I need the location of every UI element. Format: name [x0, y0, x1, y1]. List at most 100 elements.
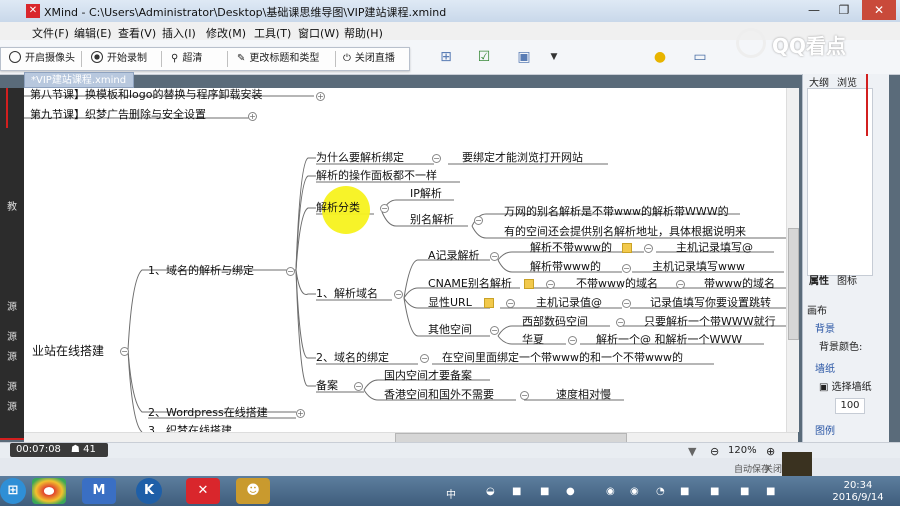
tray-app-icon[interactable]: ■ — [740, 486, 749, 497]
topic-cname-no-www[interactable]: 不带www的域名 — [576, 277, 658, 291]
collapse-toggle[interactable]: − — [286, 267, 295, 276]
collapse-toggle[interactable]: − — [490, 326, 499, 335]
menu-file[interactable]: 文件(F) — [32, 25, 69, 41]
edit-title-button[interactable]: ✎ 更改标题和类型 — [233, 51, 323, 67]
app-m-icon[interactable]: M — [82, 478, 116, 504]
collapse-toggle[interactable]: − — [474, 216, 483, 225]
maximize-button[interactable]: ❐ — [830, 0, 858, 20]
topic-huaxia[interactable]: 华夏 — [522, 333, 544, 347]
clock[interactable]: 20:34 2016/9/14 — [828, 480, 888, 504]
topic-explicit-url[interactable]: 显性URL — [428, 296, 472, 310]
collapse-toggle[interactable]: − — [380, 204, 389, 213]
topic-bind-both[interactable]: 在空间里面绑定一个带www的和一个不带www的 — [442, 351, 683, 365]
topic-west-digital[interactable]: 西部数码空间 — [522, 315, 588, 329]
tab-document[interactable]: *VIP建站课程.xmind — [24, 72, 134, 88]
tray-app-icon[interactable]: ■ — [766, 486, 775, 497]
topic-why-resolve[interactable]: 为什么要解析绑定 — [316, 151, 404, 165]
zoom-level[interactable]: 120% — [728, 445, 757, 456]
collapse-toggle[interactable]: − — [520, 391, 529, 400]
topic-domestic-filing[interactable]: 国内空间才要备案 — [384, 369, 472, 383]
collapse-toggle[interactable]: − — [644, 244, 653, 253]
tray-app-icon[interactable]: ■ — [710, 486, 719, 497]
collapse-toggle[interactable]: − — [490, 252, 499, 261]
note-icon[interactable] — [524, 279, 534, 289]
topic-other-hosts[interactable]: 其他空间 — [428, 323, 472, 337]
tray-app-icon[interactable]: ■ — [512, 486, 521, 497]
add-topic-icon[interactable]: ⊞ — [436, 47, 456, 67]
tray-app-icon[interactable]: ■ — [680, 486, 689, 497]
tray-app-icon[interactable]: ◉ — [630, 486, 639, 497]
topic-west-www-only[interactable]: 只要解析一个带WWW就行 — [644, 315, 776, 329]
topic-domain-bind[interactable]: 2、域名的绑定 — [316, 351, 389, 365]
collapse-toggle[interactable]: + — [316, 92, 325, 101]
tab-properties[interactable]: 属性 — [809, 272, 829, 287]
ime-indicator[interactable]: 中 — [446, 486, 456, 501]
close-live-button[interactable]: ⏻ 关闭直播 — [339, 51, 399, 67]
topic-slower[interactable]: 速度相对慢 — [556, 388, 611, 402]
select-wallpaper-button[interactable]: ▣ 选择墙纸 — [819, 378, 872, 393]
tray-app-icon[interactable]: ■ — [540, 486, 549, 497]
tray-app-icon[interactable]: ◔ — [656, 486, 665, 497]
topic-hk-no-filing[interactable]: 香港空间和国外不需要 — [384, 388, 494, 402]
network-icon[interactable]: ◒ — [486, 486, 495, 497]
record-button[interactable]: 开始录制 — [87, 51, 151, 67]
collapse-toggle[interactable]: − — [506, 299, 515, 308]
xmind-taskbar-icon[interactable]: ✕ — [186, 478, 220, 504]
topic-alias-resolve[interactable]: 别名解析 — [410, 213, 454, 227]
topic-wordpress[interactable]: 2、Wordpress在线搭建 — [148, 406, 268, 420]
topic-cname[interactable]: CNAME别名解析 — [428, 277, 512, 291]
filter-icon[interactable]: ▼ — [688, 445, 696, 458]
menu-tools[interactable]: 工具(T) — [254, 25, 291, 41]
menu-view[interactable]: 查看(V) — [118, 25, 156, 41]
topic-domain-resolve-bind[interactable]: 1、域名的解析与绑定 — [148, 264, 254, 278]
mindmap-canvas[interactable]: 第八节课】换模板和logo的替换与程序卸载安装 + 第九节课】织梦广告删除与安全… — [24, 88, 798, 432]
camera-button[interactable]: 开启摄像头 — [5, 51, 79, 67]
tab-outline[interactable]: 大纲 — [809, 74, 829, 89]
chevron-down-icon[interactable]: ▼ — [544, 47, 564, 67]
tray-app-icon[interactable]: ◉ — [606, 486, 615, 497]
quality-button[interactable]: ⚲ 超清 — [167, 51, 206, 67]
collapse-toggle[interactable]: − — [622, 299, 631, 308]
topic-resolve-domain[interactable]: 1、解析域名 — [316, 287, 378, 301]
note-icon[interactable] — [484, 298, 494, 308]
canvas-vertical-scrollbar[interactable] — [786, 88, 799, 432]
topic-lesson-8[interactable]: 第八节课】换模板和logo的替换与程序卸载安装 — [30, 88, 263, 102]
close-window-button[interactable]: ✕ — [862, 0, 896, 20]
presentation-icon[interactable]: ▭ — [690, 47, 710, 67]
zoom-out-button[interactable]: ⊖ — [710, 445, 719, 458]
topic-a-with-www[interactable]: 解析带www的 — [530, 260, 601, 274]
collapse-toggle[interactable]: − — [676, 280, 685, 289]
topic-huaxia-at-www[interactable]: 解析一个@ 和解析一个WWW — [596, 333, 742, 347]
collapse-toggle[interactable]: − — [568, 336, 577, 345]
app-k-icon[interactable]: K — [136, 478, 162, 504]
opacity-input[interactable]: 100 — [835, 398, 865, 414]
menu-modify[interactable]: 修改(M) — [206, 25, 246, 41]
menu-edit[interactable]: 编辑(E) — [74, 25, 112, 41]
tab-overview[interactable]: 浏览 — [837, 74, 857, 89]
menu-help[interactable]: 帮助(H) — [344, 25, 383, 41]
topic-host-www[interactable]: 主机记录填写www — [652, 260, 745, 274]
collapse-toggle[interactable]: − — [120, 347, 129, 356]
note-icon[interactable] — [622, 243, 632, 253]
topic-url-host-at[interactable]: 主机记录值@ — [536, 296, 602, 310]
app-owl-icon[interactable]: ☻ — [236, 478, 270, 504]
topic-url-redirect[interactable]: 记录值填写你要设置跳转 — [650, 296, 771, 310]
topic-a-no-www[interactable]: 解析不带www的 — [530, 241, 612, 255]
menu-insert[interactable]: 插入(I) — [162, 25, 196, 41]
collapse-toggle[interactable]: − — [354, 382, 363, 391]
topic-alias-address[interactable]: 有的空间还会提供别名解析地址，具体根据说明来 — [504, 225, 746, 239]
topic-lesson-9[interactable]: 第九节课】织梦广告删除与安全设置 — [30, 108, 206, 122]
collapse-toggle[interactable]: − — [432, 154, 441, 163]
root-topic[interactable]: 业站在线搭建 — [32, 344, 104, 358]
topic-resolve-types[interactable]: 解析分类 — [316, 201, 360, 215]
topic-ip-resolve[interactable]: IP解析 — [410, 187, 442, 201]
checklist-icon[interactable]: ☑ — [474, 47, 494, 67]
topic-wanwang-alias[interactable]: 万网的别名解析是不带www的解析带WWW的 — [504, 205, 729, 219]
topic-bind-to-browse[interactable]: 要绑定才能浏览打开网站 — [462, 151, 583, 165]
topic-icp-filing[interactable]: 备案 — [316, 379, 338, 393]
collapse-toggle[interactable]: − — [616, 318, 625, 327]
topic-panel-differs[interactable]: 解析的操作面板都不一样 — [316, 169, 437, 183]
lightbulb-icon[interactable]: ● — [650, 47, 670, 67]
topic-dedecms[interactable]: 3、织梦在线搭建 — [148, 424, 232, 432]
tray-app-icon[interactable]: ● — [566, 486, 575, 497]
